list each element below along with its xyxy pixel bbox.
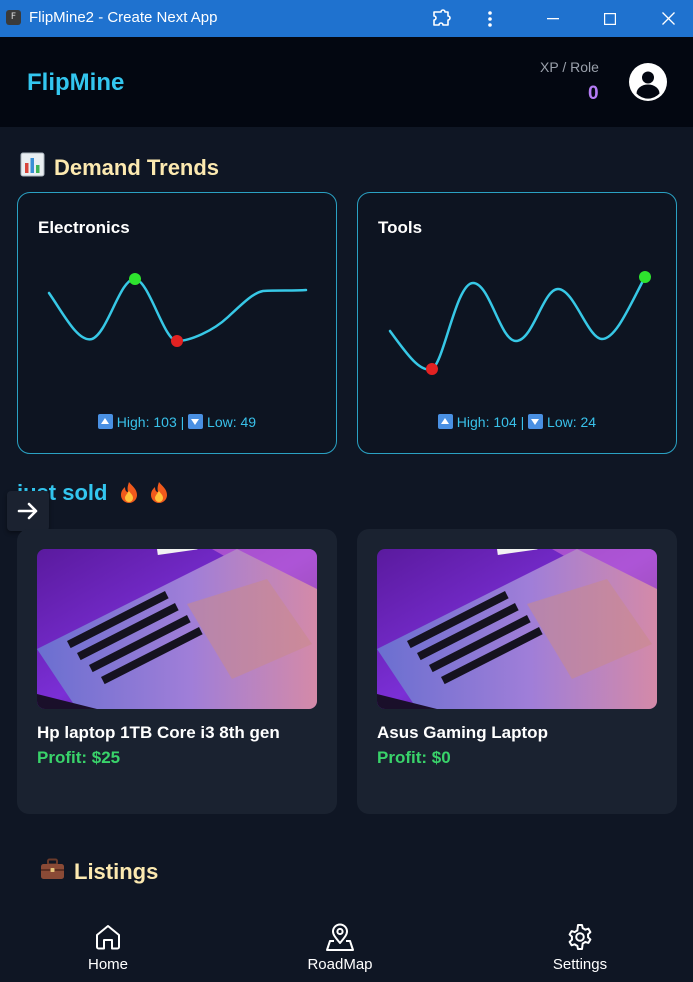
high-point <box>639 271 651 283</box>
app-icon: F <box>6 10 21 25</box>
stats-separator: | <box>180 414 185 430</box>
stats-separator: | <box>520 414 525 430</box>
bottom-nav: Home RoadMap Settings <box>0 910 693 982</box>
high-value: 103 <box>153 414 177 430</box>
product-image <box>37 549 317 709</box>
fire-icon <box>150 481 168 503</box>
product-name: Hp laptop 1TB Core i3 8th gen <box>37 723 280 742</box>
trend-line <box>47 277 308 343</box>
close-icon[interactable] <box>646 0 690 37</box>
sold-item-card[interactable]: Hp laptop 1TB Core i3 8th gen Profit: $2… <box>17 529 337 814</box>
nav-home-label: Home <box>87 956 128 973</box>
trend-line <box>388 275 647 371</box>
chart-card-tools: Tools High: 104 | Low: 24 <box>357 192 677 454</box>
window-title: FlipMine2 - Create Next App <box>29 9 218 26</box>
user-avatar-icon[interactable] <box>629 63 667 101</box>
product-profit: Profit: $25 <box>37 748 121 767</box>
arrow-down-icon <box>528 414 544 429</box>
nav-roadmap-label: RoadMap <box>307 956 373 973</box>
chart-card-electronics: Electronics High: 103 | Low: 49 <box>17 192 337 454</box>
listings-title: Listings <box>74 859 159 884</box>
fire-icon <box>120 481 138 503</box>
chart-stats: High: 103 | Low: 49 <box>18 414 336 430</box>
low-point <box>171 335 183 347</box>
maximize-icon[interactable] <box>588 0 632 37</box>
more-icon[interactable] <box>468 0 512 37</box>
nav-roadmap[interactable]: RoadMap <box>295 922 385 973</box>
listings-heading: Listings <box>40 858 158 886</box>
high-point <box>129 273 141 285</box>
briefcase-icon <box>40 858 65 886</box>
xp-value: 0 <box>588 83 599 104</box>
product-name: Asus Gaming Laptop <box>377 723 548 742</box>
high-label: High: <box>116 414 150 430</box>
sold-item-card[interactable]: Asus Gaming Laptop Profit: $0 <box>357 529 677 814</box>
low-value: 49 <box>240 414 257 430</box>
app-header: FlipMine XP / Role 0 <box>0 37 693 127</box>
home-icon <box>96 925 120 950</box>
product-image <box>377 549 657 709</box>
minimize-icon[interactable] <box>531 0 575 37</box>
high-value: 104 <box>493 414 517 430</box>
bar-chart-icon <box>20 152 45 183</box>
chart-stats: High: 104 | Low: 24 <box>358 414 676 430</box>
arrow-down-icon <box>188 414 204 429</box>
window-titlebar: F FlipMine2 - Create Next App <box>0 0 693 37</box>
product-profit: Profit: $0 <box>377 748 451 767</box>
demand-trends-title: Demand Trends <box>54 154 220 180</box>
arrow-up-icon <box>437 414 453 429</box>
low-value: 24 <box>580 414 597 430</box>
low-label: Low: <box>207 414 237 430</box>
extension-icon[interactable] <box>419 0 463 37</box>
brand-logo[interactable]: FlipMine <box>27 69 124 97</box>
scroll-right-button[interactable] <box>7 491 49 531</box>
high-label: High: <box>456 414 490 430</box>
nav-settings-label: Settings <box>552 956 608 973</box>
arrow-up-icon <box>97 414 113 429</box>
arrow-right-icon <box>17 502 38 520</box>
low-label: Low: <box>547 414 577 430</box>
map-pin-icon <box>326 923 354 951</box>
nav-settings[interactable]: Settings <box>535 922 625 973</box>
demand-trends-heading: Demand Trends <box>20 152 219 183</box>
gear-icon <box>568 924 592 950</box>
low-point <box>426 363 438 375</box>
nav-home[interactable]: Home <box>63 922 153 973</box>
xp-role-label: XP / Role <box>540 59 599 75</box>
